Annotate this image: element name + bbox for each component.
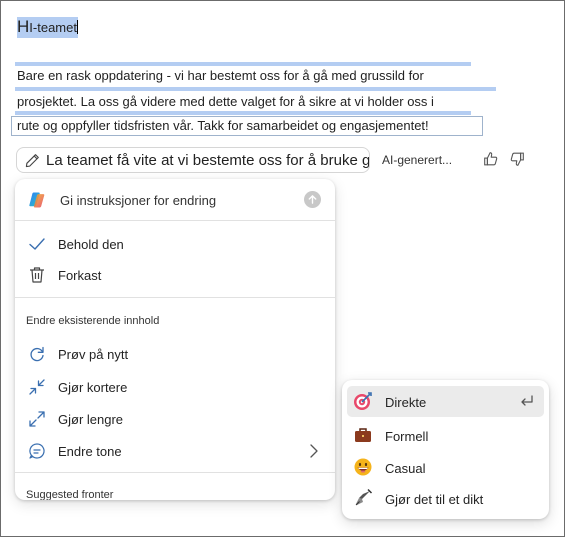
retry-label: Prøv på nytt: [58, 347, 129, 362]
suggested-heading: Suggested fronter: [26, 489, 114, 500]
menu-divider: [15, 297, 335, 298]
copilot-icon: [29, 192, 45, 208]
prompt-text: La teamet få vite at vi bestemte oss for…: [46, 151, 370, 169]
thumbs-up-icon[interactable]: [482, 150, 500, 168]
target-icon: [354, 392, 372, 410]
prompt-chip[interactable]: La teamet få vite at vi bestemte oss for…: [16, 147, 370, 173]
heading-first-letter: H: [17, 17, 30, 36]
expand-icon: [29, 411, 45, 427]
chat-bubble-icon: [29, 443, 45, 459]
copilot-menu: Gi instruksjoner for endring Behold den …: [15, 179, 335, 500]
checkmark-icon: [29, 238, 45, 250]
menu-divider: [15, 220, 335, 221]
refresh-icon: [30, 346, 44, 362]
discard-button[interactable]: Forkast: [15, 261, 335, 289]
collapse-icon: [29, 379, 45, 395]
tone-submenu: Direkte Formell Casual Gjør det til et d…: [342, 380, 549, 519]
chevron-right-icon: [310, 444, 318, 458]
fountain-pen-icon: [355, 488, 373, 506]
briefcase-icon: [355, 428, 371, 442]
tone-option-formal[interactable]: Formell: [347, 420, 544, 451]
grinning-face-icon: [354, 458, 372, 476]
instruction-placeholder: Gi instruksjoner for endring: [60, 193, 217, 208]
thumbs-down-icon[interactable]: [508, 150, 526, 168]
send-button[interactable]: [304, 191, 321, 208]
longer-label: Gjør lengre: [58, 412, 124, 427]
pencil-icon: [25, 153, 39, 167]
instruction-input[interactable]: Gi instruksjoner for endring: [15, 179, 335, 220]
tone-option-direct[interactable]: Direkte: [347, 386, 544, 417]
text-caret: [76, 20, 78, 34]
menu-divider: [15, 472, 335, 473]
keep-button[interactable]: Behold den: [15, 230, 335, 258]
selection-band: [15, 87, 496, 91]
change-tone-button[interactable]: Endre tone: [15, 437, 335, 465]
document-canvas: HI-teamet Bare en rask oppdatering - vi …: [0, 0, 565, 537]
shorter-label: Gjør kortere: [58, 380, 128, 395]
shorter-button[interactable]: Gjør kortere: [15, 373, 335, 401]
trash-icon: [30, 267, 44, 283]
tone-option-casual[interactable]: Casual: [347, 452, 544, 483]
heading-selection: HI-teamet: [17, 17, 78, 38]
document-heading[interactable]: HI-teamet: [17, 17, 78, 38]
section-heading: Endre eksisterende innhold: [26, 315, 160, 327]
tone-option-label: Direkte: [385, 395, 427, 410]
arrow-up-icon: [308, 195, 317, 204]
selection-band: [15, 62, 471, 66]
selection-outline: [11, 116, 483, 136]
tone-option-label: Gjør det til et dikt: [385, 492, 484, 507]
tone-option-label: Formell: [385, 429, 429, 444]
retry-button[interactable]: Prøv på nytt: [15, 340, 335, 368]
enter-key-icon: [521, 395, 533, 406]
tone-option-poem[interactable]: Gjør det til et dikt: [347, 483, 544, 514]
discard-label: Forkast: [58, 268, 102, 283]
ai-generated-label[interactable]: AI-generert...: [382, 153, 452, 167]
change-tone-label: Endre tone: [58, 444, 122, 459]
heading-text: I-teamet: [29, 20, 77, 35]
keep-label: Behold den: [58, 237, 124, 252]
body-line-1[interactable]: Bare en rask oppdatering - vi har bestem…: [17, 68, 424, 84]
body-line-2[interactable]: prosjektet. La oss gå videre med dette v…: [17, 94, 434, 110]
longer-button[interactable]: Gjør lengre: [15, 405, 335, 433]
selection-band: [15, 111, 471, 115]
tone-option-label: Casual: [385, 461, 426, 476]
